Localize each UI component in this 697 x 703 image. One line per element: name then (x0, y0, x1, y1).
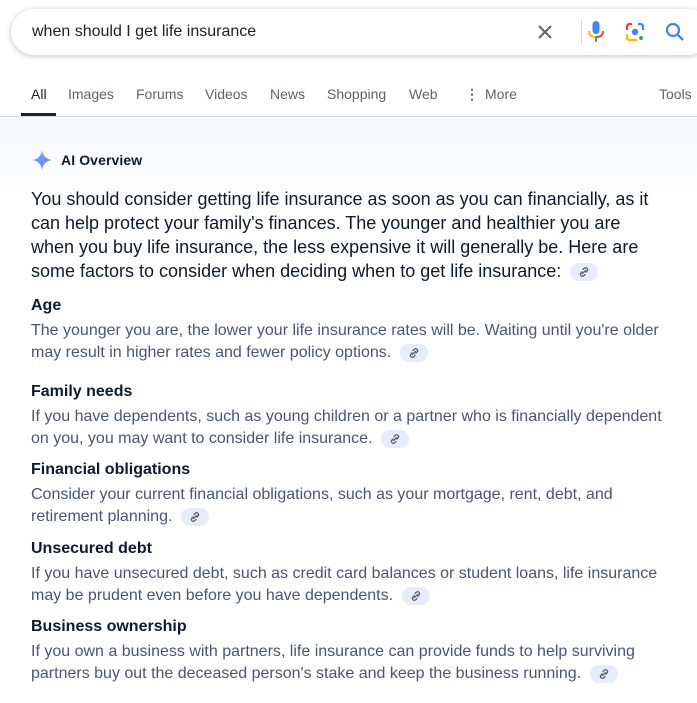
tab-videos[interactable]: Videos (205, 86, 248, 102)
source-link-chip[interactable] (401, 586, 430, 605)
active-tab-indicator (21, 113, 56, 116)
tools-button[interactable]: Tools (659, 86, 692, 102)
tab-web[interactable]: Web (409, 86, 438, 102)
factor-section: Family needs If you have dependents, suc… (31, 381, 671, 450)
link-icon (190, 511, 200, 522)
factor-title: Financial obligations (31, 461, 191, 478)
sparkle-icon (32, 150, 52, 170)
source-link-chip[interactable] (570, 263, 599, 282)
link-icon (390, 433, 400, 444)
factor-text: If you own a business with partners, lif… (31, 643, 635, 682)
factor-section: Business ownership If you own a business… (31, 616, 671, 685)
tab-more[interactable]: ⋮ More (465, 86, 517, 103)
search-input[interactable] (32, 9, 512, 55)
ai-overview-header: AI Overview (31, 149, 142, 171)
microphone-icon[interactable] (583, 19, 609, 45)
link-icon (409, 347, 418, 358)
ai-overview-title: AI Overview (61, 152, 143, 168)
factor-section: Financial obligations Consider your curr… (31, 459, 671, 528)
factor-body: If you have dependents, such as young ch… (31, 406, 671, 450)
source-link-chip[interactable] (589, 664, 618, 683)
link-icon (599, 668, 608, 679)
factor-title: Family needs (31, 383, 133, 400)
ai-overview-intro: You should consider getting life insuran… (31, 187, 667, 283)
link-icon (411, 590, 420, 601)
search-box-divider (581, 19, 582, 45)
tab-all[interactable]: All (31, 86, 47, 102)
source-link-chip[interactable] (380, 429, 409, 448)
intro-text: You should consider getting life insuran… (31, 189, 649, 281)
factor-text: The younger you are, the lower your life… (31, 322, 659, 361)
factor-body: If you own a business with partners, lif… (31, 641, 671, 685)
tab-images[interactable]: Images (68, 86, 114, 102)
factor-title: Business ownership (31, 618, 187, 635)
factor-text: If you have dependents, such as young ch… (31, 408, 662, 447)
search-box[interactable] (11, 9, 697, 55)
search-icon[interactable] (662, 19, 688, 45)
link-icon (580, 267, 589, 278)
factor-section: Age The younger you are, the lower your … (31, 295, 671, 364)
factor-text: If you have unsecured debt, such as cred… (31, 565, 658, 604)
ai-overview-panel: AI Overview You should consider getting … (0, 117, 697, 703)
more-vert-icon: ⋮ (465, 86, 479, 102)
factor-text: Consider your current financial obligati… (31, 486, 613, 525)
close-icon[interactable] (533, 20, 557, 44)
tab-shopping[interactable]: Shopping (327, 86, 386, 102)
search-header: All Images Forums Videos News Shopping W… (0, 0, 697, 117)
tab-forums[interactable]: Forums (136, 86, 183, 102)
search-tabs: All Images Forums Videos News Shopping W… (0, 76, 697, 117)
source-link-chip[interactable] (399, 343, 428, 362)
factor-title: Age (31, 297, 62, 314)
factor-body: The younger you are, the lower your life… (31, 320, 671, 364)
factor-body: Consider your current financial obligati… (31, 484, 671, 528)
tab-news[interactable]: News (270, 86, 305, 102)
factor-title: Unsecured debt (31, 540, 152, 557)
google-lens-icon[interactable] (622, 19, 648, 45)
factor-body: If you have unsecured debt, such as cred… (31, 563, 671, 607)
factor-section: Unsecured debt If you have unsecured deb… (31, 538, 671, 607)
source-link-chip[interactable] (180, 507, 209, 526)
tab-more-label: More (485, 86, 517, 102)
